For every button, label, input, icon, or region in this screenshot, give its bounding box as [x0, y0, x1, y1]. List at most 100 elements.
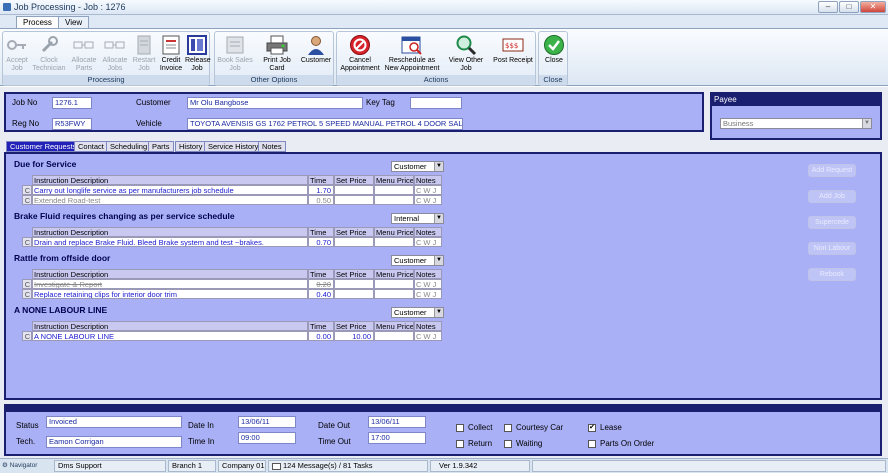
minimize-button[interactable]: – [818, 1, 838, 13]
tab-notes[interactable]: Notes [258, 141, 286, 152]
tech-field[interactable]: Eamon Corrigan [46, 436, 182, 448]
note-flag[interactable]: J [433, 238, 437, 246]
note-flag[interactable]: C [416, 196, 421, 204]
notes-cell[interactable]: CWJ [414, 237, 442, 247]
cancel-appointment-button[interactable]: Cancel Appointment [339, 34, 381, 78]
table-row[interactable]: C Carry out longlife service as per manuf… [0, 185, 450, 195]
flag-cell[interactable]: C [22, 195, 32, 205]
accept-job-button[interactable]: Accept Job [5, 34, 29, 78]
navigator-button[interactable]: ⚙ Navigator [2, 460, 52, 472]
maximize-button[interactable]: □ [839, 1, 859, 13]
checkbox-return[interactable]: Return [456, 439, 492, 448]
note-flag[interactable]: C [416, 238, 421, 246]
checkbox-collect[interactable]: Collect [456, 423, 492, 432]
checkbox-parts-on-order[interactable]: Parts On Order [588, 439, 654, 448]
tab-service-history[interactable]: Service History [204, 141, 263, 152]
note-flag[interactable]: W [423, 196, 430, 204]
checkbox-box[interactable] [588, 439, 596, 448]
clock-technician-button[interactable]: Clock Technician [31, 34, 67, 78]
time-out-field[interactable]: 17:00 [368, 432, 426, 444]
date-in-field[interactable]: 13/06/11 [238, 416, 296, 428]
note-flag[interactable]: J [433, 280, 437, 288]
payer-select[interactable]: Customer ▼ [391, 255, 444, 266]
vehicle-field[interactable]: TOYOTA AVENSIS GS 1762 PETROL 5 SPEED MA… [187, 118, 463, 130]
view-other-job-button[interactable]: View Other Job [443, 34, 489, 78]
status-bar: ⚙ Navigator Dms Support Branch 1 Company… [0, 458, 888, 473]
status-messages[interactable]: 124 Message(s) / 81 Tasks [268, 460, 428, 472]
tab-history[interactable]: History [175, 141, 207, 152]
note-flag[interactable]: J [433, 332, 437, 340]
chevron-down-icon: ▼ [434, 214, 443, 223]
flag-cell[interactable]: C [22, 289, 32, 299]
note-flag[interactable]: W [423, 290, 430, 298]
tab-contact[interactable]: Contact [74, 141, 108, 152]
note-flag[interactable]: W [423, 280, 430, 288]
note-flag[interactable]: C [416, 332, 421, 340]
job-no-field[interactable]: 1276.1 [52, 97, 92, 109]
key-tag-field[interactable] [410, 97, 462, 109]
credit-invoice-button[interactable]: Credit Invoice [158, 34, 184, 78]
payee-select[interactable]: Business ▼ [720, 118, 872, 129]
close-window-button[interactable]: ✕ [860, 1, 886, 13]
notes-cell[interactable]: CWJ [414, 289, 442, 299]
note-flag[interactable]: C [416, 290, 421, 298]
note-flag[interactable]: C [416, 280, 421, 288]
payer-select[interactable]: Customer ▼ [391, 307, 444, 318]
flag-cell[interactable]: C [22, 185, 32, 195]
checkbox-box[interactable] [504, 423, 512, 432]
table-row[interactable]: C Extended Road-test 0.50 C W J [0, 195, 450, 205]
table-row[interactable]: CA NONE LABOUR LINE 0.00 10.00 C W J [0, 331, 450, 341]
note-flag[interactable]: W [423, 238, 430, 246]
notes-cell[interactable]: CWJ [414, 331, 442, 341]
release-job-button[interactable]: Release Job [185, 34, 211, 78]
allocate-jobs-button[interactable]: Allocate Jobs [100, 34, 130, 78]
allocate-parts-button[interactable]: Allocate Parts [69, 34, 99, 78]
post-receipt-button[interactable]: $$$ Post Receipt [491, 34, 535, 78]
date-out-field[interactable]: 13/06/11 [368, 416, 426, 428]
reschedule-button[interactable]: Reschedule as New Appointment [383, 34, 441, 78]
note-flag[interactable]: J [433, 196, 437, 204]
set-price-cell [334, 279, 374, 289]
notes-cell[interactable]: CWJ [414, 279, 442, 289]
checkbox-box[interactable] [456, 423, 464, 432]
flag-cell[interactable]: C [22, 237, 32, 247]
print-job-card-button[interactable]: Print Job Card [259, 34, 295, 78]
checkbox-box[interactable]: ✔ [588, 423, 596, 432]
supercede-button[interactable]: Supercede [808, 216, 856, 229]
checkbox-waiting[interactable]: Waiting [504, 439, 542, 448]
tab-parts[interactable]: Parts [148, 141, 174, 152]
checkbox-courtesy-car[interactable]: Courtesy Car [504, 423, 563, 432]
add-job-button[interactable]: Add Job [808, 190, 856, 203]
note-flag[interactable]: W [423, 186, 430, 194]
customer-button[interactable]: Customer [299, 34, 333, 78]
note-flag[interactable]: C [416, 186, 421, 194]
table-header: Instruction Description Time Set Price Menu… [0, 175, 450, 185]
restart-job-button[interactable]: Restart Job [131, 34, 157, 78]
note-flag[interactable]: J [433, 186, 437, 194]
time-in-field[interactable]: 09:00 [238, 432, 296, 444]
checkbox-box[interactable] [504, 439, 512, 448]
table-row[interactable]: C Drain and replace Brake Fluid. Bleed Br… [0, 237, 450, 247]
add-request-button[interactable]: Add Request [808, 164, 856, 177]
note-flag[interactable]: W [423, 332, 430, 340]
flag-cell[interactable]: C [22, 331, 32, 341]
book-sales-job-button[interactable]: Book Sales Job [217, 34, 253, 78]
rebook-button[interactable]: Rebook [808, 268, 856, 281]
payer-select[interactable]: Internal ▼ [391, 213, 444, 224]
status-field[interactable]: Invoiced [46, 416, 182, 428]
notes-cell[interactable]: CWJ [414, 195, 442, 205]
flag-cell[interactable]: C [22, 279, 32, 289]
note-flag[interactable]: J [433, 290, 437, 298]
table-row[interactable]: C Replace retaining clips for interior do… [0, 289, 450, 299]
tab-scheduling[interactable]: Scheduling [106, 141, 152, 152]
reg-no-field[interactable]: R53FWY [52, 118, 92, 130]
tab-customer-requests[interactable]: Customer Requests [6, 141, 81, 152]
payer-select[interactable]: Customer ▼ [391, 161, 444, 172]
checkbox-box[interactable] [456, 439, 464, 448]
close-button[interactable]: Close [541, 34, 567, 78]
notes-cell[interactable]: CWJ [414, 185, 442, 195]
checkbox-lease[interactable]: ✔ Lease [588, 423, 622, 432]
non-labour-button[interactable]: Non Labour [808, 242, 856, 255]
customer-field[interactable]: Mr Olu Bangbose [187, 97, 363, 109]
table-row[interactable]: C Investigate & Report 0.20 C W J [0, 279, 450, 289]
